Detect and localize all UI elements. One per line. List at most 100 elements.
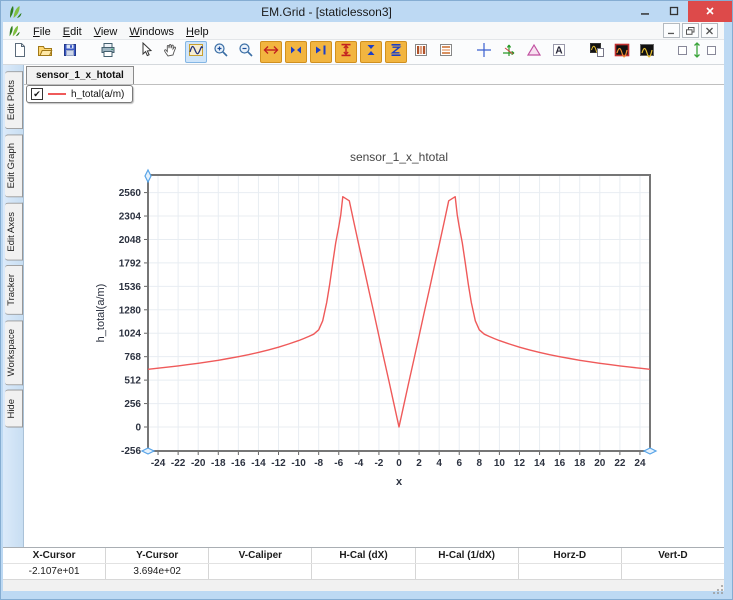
- plot-style-frame-button[interactable]: [611, 41, 633, 63]
- svg-text:A: A: [555, 45, 562, 56]
- axes-button[interactable]: [498, 41, 520, 63]
- expand-horizontal-button[interactable]: [260, 41, 282, 63]
- table-columns-icon: [413, 42, 429, 63]
- status-label-horz-d: Horz-D: [519, 548, 622, 563]
- zoom-in-button[interactable]: [210, 41, 232, 63]
- table-rows-icon: [438, 42, 454, 63]
- pointer-tool-button[interactable]: [135, 41, 157, 63]
- plot-style-dark-button[interactable]: [636, 41, 658, 63]
- y-tick-label: 2560: [119, 188, 142, 199]
- sidebar-tab-edit-plots[interactable]: Edit Plots: [5, 71, 23, 129]
- toolbar: ALayout▾: [3, 40, 724, 65]
- pan-tool-button[interactable]: [160, 41, 182, 63]
- axes-icon: [501, 42, 517, 63]
- menu-windows[interactable]: Windows: [123, 25, 180, 39]
- legend-checkbox[interactable]: ✔: [31, 88, 43, 100]
- triangle-icon: [526, 42, 542, 63]
- status-value-h-cal-1-dx-: [416, 564, 519, 579]
- sidebar-tab-edit-axes[interactable]: Edit Axes: [5, 203, 23, 261]
- y-tick-label: -256: [121, 446, 141, 457]
- x-tick-label: 8: [477, 458, 483, 469]
- selection-handle-icon[interactable]: [145, 170, 151, 182]
- y-tick-label: 0: [135, 423, 141, 434]
- compress-vertical-button[interactable]: [360, 41, 382, 63]
- copy-plot-button[interactable]: [586, 41, 608, 63]
- chart-canvas[interactable]: -24-22-20-18-16-14-12-10-8-6-4-202468101…: [24, 85, 724, 547]
- mdi-window-controls: [663, 23, 720, 38]
- menu-items: FileEditViewWindowsHelp: [27, 22, 215, 40]
- zoom-in-icon: [213, 42, 229, 63]
- x-tick-label: 20: [594, 458, 606, 469]
- menu-edit[interactable]: Edit: [57, 25, 88, 39]
- sidebar-tab-workspace[interactable]: Workspace: [5, 320, 23, 385]
- expand-vertical-button[interactable]: [335, 41, 357, 63]
- selection-handle-icon[interactable]: [142, 448, 154, 454]
- document-tab-row: sensor_1_x_htotal: [24, 65, 724, 85]
- selection-handle-icon[interactable]: [644, 448, 656, 454]
- fit-vertical-button[interactable]: [385, 41, 407, 63]
- save-file-button[interactable]: [59, 41, 81, 63]
- open-file-button[interactable]: [34, 41, 56, 63]
- y-tick-label: 256: [124, 399, 141, 410]
- mdi-minimize-button[interactable]: [663, 23, 680, 38]
- mdi-min-icon: [667, 22, 676, 40]
- match-vertical-button[interactable]: [674, 41, 720, 63]
- x-tick-label: 18: [574, 458, 586, 469]
- fit-horizontal-button[interactable]: [310, 41, 332, 63]
- x-axis-label: x: [396, 476, 403, 488]
- print-button[interactable]: [97, 41, 119, 63]
- x-tick-label: -20: [191, 458, 206, 469]
- status-value-y-cursor: 3.694e+02: [106, 564, 209, 579]
- pointer-icon: [138, 42, 154, 63]
- sidebar-tab-hide[interactable]: Hide: [5, 390, 23, 428]
- text-label-button[interactable]: A: [548, 41, 570, 63]
- menu-view[interactable]: View: [88, 25, 124, 39]
- y-tick-label: 1280: [119, 305, 142, 316]
- x-tick-label: 10: [494, 458, 506, 469]
- mdi-close-button[interactable]: [701, 23, 718, 38]
- plot-document: sensor_1_x_htotal ✔ h_total(a/m) -24-22-…: [23, 65, 724, 547]
- menu-file[interactable]: File: [27, 25, 57, 39]
- status-value-v-caliper: [209, 564, 312, 579]
- crosshair-icon: [476, 42, 492, 63]
- maximize-button[interactable]: [659, 1, 688, 22]
- resize-grip-icon[interactable]: [712, 581, 724, 591]
- status-label-x-cursor: X-Cursor: [3, 548, 106, 563]
- y-tick-label: 2304: [119, 212, 142, 223]
- tab-sensor_1_x_htotal[interactable]: sensor_1_x_htotal: [26, 66, 134, 84]
- new-file-button[interactable]: [9, 41, 31, 63]
- status-label-h-cal-dx-: H-Cal (dX): [312, 548, 415, 563]
- app-logo-small-icon: [7, 24, 21, 38]
- plot-region: ✔ h_total(a/m) -24-22-20-18-16-14-12-10-…: [24, 85, 724, 547]
- mdi-close-icon: [705, 22, 714, 40]
- legend-box[interactable]: ✔ h_total(a/m): [26, 85, 133, 103]
- status-value-x-cursor: -2.107e+01: [3, 564, 106, 579]
- status-bar: X-CursorY-CursorV-CaliperH-Cal (dX)H-Cal…: [3, 547, 724, 579]
- x-tick-label: 24: [634, 458, 646, 469]
- sidebar-tab-tracker[interactable]: Tracker: [5, 265, 23, 315]
- zoom-out-button[interactable]: [235, 41, 257, 63]
- x-tick-label: -12: [271, 458, 286, 469]
- minimize-button[interactable]: [630, 1, 659, 22]
- table-columns-button[interactable]: [410, 41, 432, 63]
- shape-tool-button[interactable]: [523, 41, 545, 63]
- compress-horizontal-button[interactable]: [285, 41, 307, 63]
- trace-select-tool-button[interactable]: [185, 41, 207, 63]
- x-tick-label: 12: [514, 458, 526, 469]
- sidebar-tab-edit-graph[interactable]: Edit Graph: [5, 134, 23, 197]
- mdi-restore-button[interactable]: [682, 23, 699, 38]
- x-tick-label: 2: [416, 458, 422, 469]
- bottom-strip: [3, 579, 724, 591]
- crosshair-button[interactable]: [473, 41, 495, 63]
- y-tick-label: 1536: [119, 282, 142, 293]
- status-label-vert-d: Vert-D: [622, 548, 724, 563]
- close-button[interactable]: [688, 1, 732, 22]
- x-tick-label: -22: [171, 458, 186, 469]
- menu-help[interactable]: Help: [180, 25, 215, 39]
- main-area: Edit Plots Edit Graph Edit Axes Tracker Work…: [3, 65, 724, 547]
- open-file-icon: [37, 42, 53, 63]
- x-tick-label: -4: [354, 458, 363, 469]
- chart-title: sensor_1_x_htotal: [350, 150, 448, 164]
- status-value-h-cal-dx-: [312, 564, 415, 579]
- table-rows-button[interactable]: [435, 41, 457, 63]
